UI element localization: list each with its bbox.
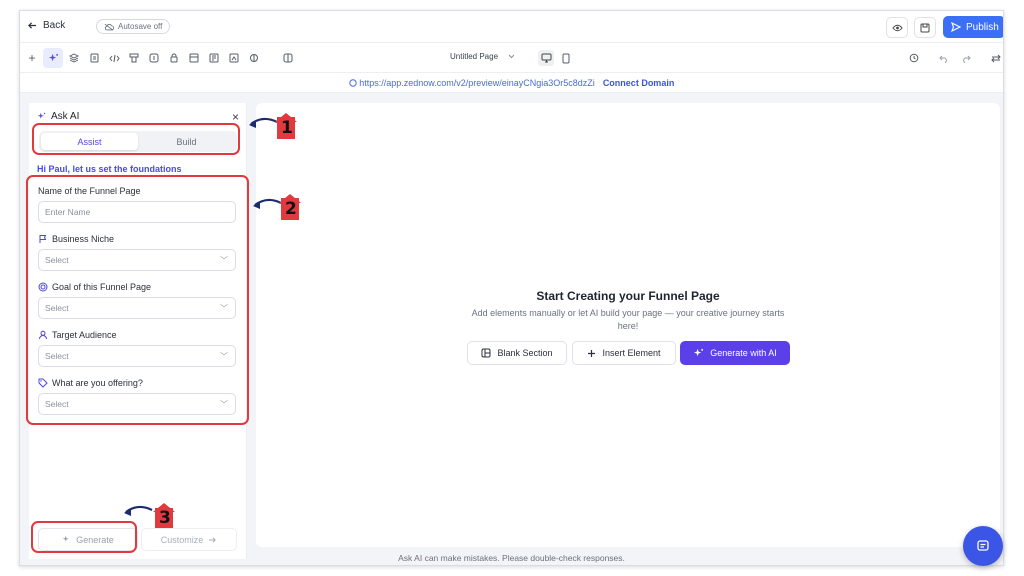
- annotation-marker-2: 2: [249, 193, 305, 228]
- editor-toolbar: + Untitled Page: [20, 43, 1003, 73]
- autosave-label: Autosave off: [118, 22, 163, 31]
- empty-state-subtitle: Add elements manually or let AI build yo…: [471, 308, 785, 331]
- chat-icon: [977, 540, 989, 551]
- callout-box-mode-switch: [32, 123, 240, 155]
- layers-icon[interactable]: [68, 52, 80, 64]
- form-icon[interactable]: [148, 52, 160, 64]
- autosave-toggle[interactable]: Autosave off: [96, 19, 171, 34]
- annotation-marker-1: 1: [245, 112, 301, 147]
- arrow-left-icon: [28, 22, 37, 29]
- window-icon[interactable]: [188, 52, 200, 64]
- ai-disclaimer: Ask AI can make mistakes. Please double-…: [398, 553, 625, 563]
- publish-label: Publish: [966, 21, 999, 33]
- save-icon: [920, 23, 930, 32]
- url-bar: https://app.zednow.com/v2/preview/einayC…: [20, 73, 1003, 93]
- publish-button[interactable]: Publish: [943, 16, 1003, 38]
- preview-url-link[interactable]: https://app.zednow.com/v2/preview/einayC…: [348, 77, 595, 88]
- undo-icon[interactable]: [938, 52, 950, 64]
- chevron-down-icon: [508, 54, 515, 59]
- code-icon[interactable]: [108, 52, 120, 64]
- cloud-off-icon: [104, 23, 114, 31]
- monitor-icon: [541, 53, 551, 63]
- columns-icon[interactable]: [282, 52, 294, 64]
- page-selector[interactable]: Untitled Page: [450, 52, 515, 61]
- annotation-number: 3: [159, 508, 171, 528]
- media-icon[interactable]: [228, 52, 240, 64]
- top-bar: Back Autosave off Publish: [20, 11, 1003, 43]
- send-icon: [951, 22, 961, 32]
- close-icon[interactable]: ×: [232, 110, 239, 124]
- plus-icon: [588, 349, 596, 357]
- greeting-text: Hi Paul, let us set the foundations: [37, 164, 182, 174]
- panel-title: Ask AI: [37, 111, 79, 122]
- back-label: Back: [43, 20, 66, 31]
- add-icon[interactable]: +: [26, 51, 38, 65]
- desktop-view-button[interactable]: [538, 50, 554, 66]
- layout-icon: [481, 348, 491, 358]
- swap-icon[interactable]: [990, 52, 1002, 64]
- page-canvas[interactable]: Start Creating your Funnel Page Add elem…: [256, 103, 1000, 547]
- annotation-marker-3: 3: [120, 500, 180, 535]
- funnel-icon[interactable]: [128, 52, 140, 64]
- phone-icon: [562, 53, 570, 63]
- blank-section-label: Blank Section: [497, 348, 553, 358]
- empty-state-title: Start Creating your Funnel Page: [536, 289, 720, 303]
- customize-label: Customize: [160, 534, 204, 545]
- history-icon[interactable]: [908, 52, 920, 64]
- preview-button[interactable]: [886, 17, 908, 38]
- annotation-number: 1: [281, 118, 293, 138]
- globe-icon: [348, 78, 357, 87]
- generate-with-ai-button[interactable]: Generate with AI: [680, 341, 790, 365]
- insert-element-label: Insert Element: [602, 348, 661, 358]
- ai-sparkle-tool[interactable]: [43, 48, 63, 68]
- sparkle-icon: [37, 112, 46, 119]
- eye-icon: [891, 24, 903, 31]
- page-name: Untitled Page: [450, 52, 499, 61]
- mobile-view-button[interactable]: [558, 50, 574, 66]
- generate-with-ai-label: Generate with AI: [710, 348, 777, 358]
- template-icon[interactable]: [208, 52, 220, 64]
- sparkle-icon: [48, 53, 58, 61]
- panel-title-text: Ask AI: [51, 111, 80, 122]
- annotation-number: 2: [285, 199, 297, 219]
- arrow-right-icon: [209, 536, 217, 543]
- integrations-icon[interactable]: [248, 52, 260, 64]
- save-button[interactable]: [914, 17, 936, 38]
- callout-box-form-fields: [26, 175, 249, 425]
- blank-section-button[interactable]: Blank Section: [467, 341, 567, 365]
- page-icon[interactable]: [88, 52, 100, 64]
- redo-icon[interactable]: [960, 52, 972, 64]
- chat-support-button[interactable]: [963, 526, 1003, 566]
- preview-url: https://app.zednow.com/v2/preview/einayC…: [359, 77, 595, 88]
- back-button[interactable]: Back: [28, 20, 65, 31]
- connect-domain-link[interactable]: Connect Domain: [603, 78, 675, 88]
- insert-element-button[interactable]: Insert Element: [572, 341, 676, 365]
- sparkle-icon: [694, 348, 704, 356]
- lock-icon[interactable]: [168, 52, 180, 64]
